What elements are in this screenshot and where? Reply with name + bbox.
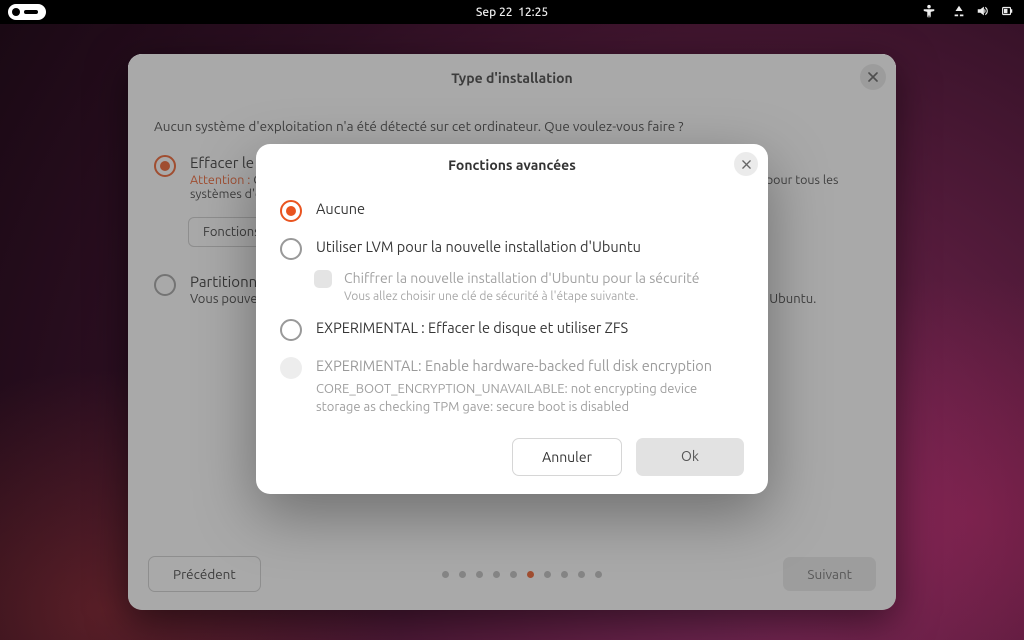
dialog-close-button[interactable]: [734, 152, 758, 176]
radio-icon: [280, 357, 302, 379]
time-label: 12:25: [518, 6, 548, 19]
system-menu[interactable]: [952, 4, 1014, 21]
option-none[interactable]: Aucune: [280, 200, 744, 222]
radio-icon: [280, 238, 302, 260]
option-none-label: Aucune: [316, 200, 365, 217]
checkbox-icon: [314, 270, 332, 288]
ok-button[interactable]: Ok: [636, 438, 744, 476]
option-lvm-label: Utiliser LVM pour la nouvelle installati…: [316, 238, 641, 255]
activities-area[interactable]: [0, 4, 46, 20]
cancel-button[interactable]: Annuler: [512, 438, 622, 476]
option-hw-encryption: EXPERIMENTAL: Enable hardware-backed ful…: [280, 357, 744, 416]
option-hw-desc: CORE_BOOT_ENCRYPTION_UNAVAILABLE: not en…: [316, 380, 744, 416]
option-encrypt-label: Chiffrer la nouvelle installation d'Ubun…: [344, 270, 699, 286]
top-bar: Sep 22 12:25: [0, 0, 1024, 24]
dialog-title: Fonctions avancées: [448, 157, 576, 173]
dialog-titlebar: Fonctions avancées: [256, 144, 768, 186]
option-hw-label: EXPERIMENTAL: Enable hardware-backed ful…: [316, 357, 744, 374]
radio-icon: [280, 200, 302, 222]
option-lvm[interactable]: Utiliser LVM pour la nouvelle installati…: [280, 238, 744, 260]
option-zfs-label: EXPERIMENTAL : Effacer le disque et util…: [316, 319, 628, 336]
advanced-features-dialog: Fonctions avancées Aucune Utiliser LVM p…: [256, 144, 768, 494]
date-label: Sep 22: [476, 6, 513, 19]
radio-icon: [280, 319, 302, 341]
option-encrypt: Chiffrer la nouvelle installation d'Ubun…: [314, 270, 744, 303]
network-icon: [952, 4, 966, 21]
volume-icon: [976, 4, 990, 21]
option-encrypt-hint: Vous allez choisir une clé de sécurité à…: [344, 290, 699, 303]
clock[interactable]: Sep 22 12:25: [476, 6, 548, 19]
accessibility-icon[interactable]: [922, 4, 936, 21]
option-zfs[interactable]: EXPERIMENTAL : Effacer le disque et util…: [280, 319, 744, 341]
power-icon: [1000, 4, 1014, 21]
